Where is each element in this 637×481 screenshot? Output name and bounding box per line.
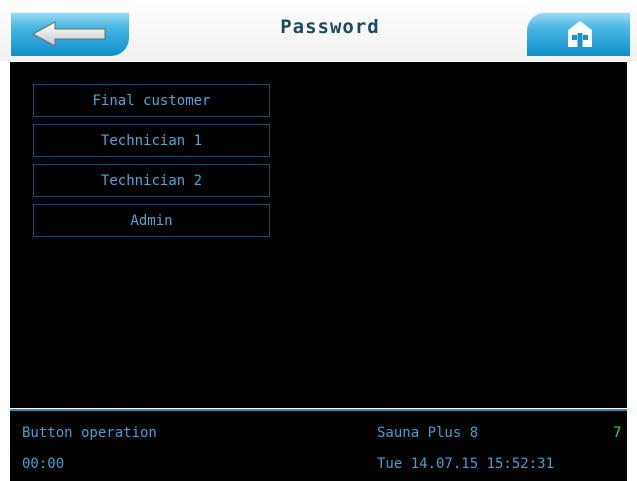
final-customer-button[interactable]: Final customer: [33, 84, 270, 117]
timer-value: 00:00: [22, 456, 65, 472]
back-arrow-icon: [31, 21, 106, 47]
main-panel: Final customer Technician 1 Technician 2…: [10, 62, 627, 408]
status-divider: [10, 409, 627, 411]
product-index: 7: [613, 425, 622, 441]
home-button[interactable]: [527, 12, 630, 56]
page-title: Password: [280, 16, 380, 38]
password-screen: Password Final customer Technician 1 Tec…: [0, 0, 637, 481]
status-bar: Button operation 00:00 Sauna Plus 8 7 Tu…: [10, 409, 627, 481]
back-button[interactable]: [11, 12, 129, 56]
product-name: Sauna Plus 8: [377, 425, 479, 441]
technician-2-button[interactable]: Technician 2: [33, 164, 270, 197]
operation-mode-label: Button operation: [22, 425, 157, 441]
header-bar: Password: [0, 0, 637, 61]
home-icon: [568, 21, 592, 47]
technician-1-button[interactable]: Technician 1: [33, 124, 270, 157]
datetime-display: Tue 14.07.15 15:52:31: [377, 456, 555, 472]
admin-button[interactable]: Admin: [33, 204, 270, 237]
